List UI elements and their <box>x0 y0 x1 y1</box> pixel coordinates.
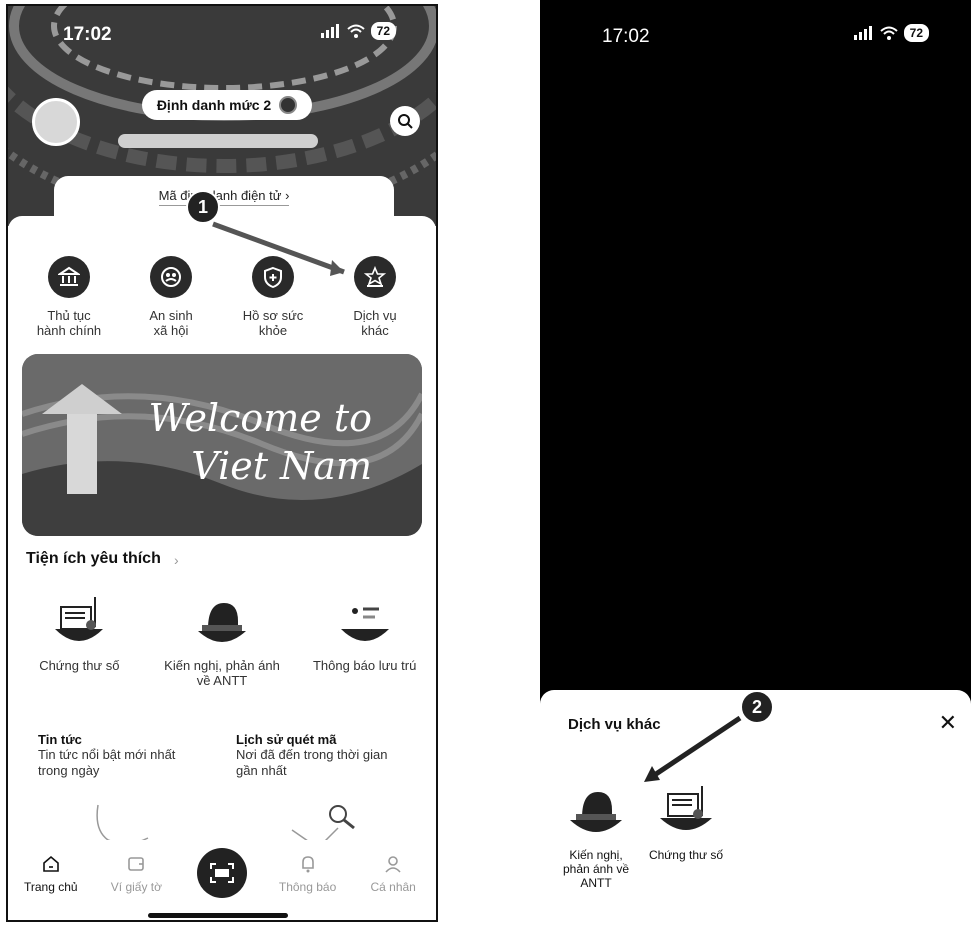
tab-label: Thông báo <box>278 880 337 894</box>
id-level-badge[interactable]: Định danh mức 2 <box>142 90 312 120</box>
tab-scan[interactable] <box>186 848 258 898</box>
welcome-banner[interactable]: Welcome to Viet Nam <box>22 354 422 536</box>
news-section: Tin tức Tin tức nổi bật mới nhất trong n… <box>38 732 406 779</box>
battery-indicator: 72 <box>903 24 929 42</box>
tab-label: Trang chủ <box>24 880 78 894</box>
news-card-desc: Tin tức nổi bật mới nhất trong ngày <box>38 747 176 778</box>
status-time: 17:02 <box>63 24 112 45</box>
favorite-residence-notice[interactable]: Thông báo lưu trú <box>300 594 430 688</box>
status-time: 17:02 <box>602 26 650 47</box>
tab-wallet[interactable]: Ví giấy tờ <box>100 854 172 894</box>
user-name-masked <box>118 134 318 148</box>
favorite-label: Thông báo lưu trú <box>312 658 417 673</box>
favorite-label: Kiến nghị, phản ánh về ANTT <box>164 658 280 688</box>
news-card-desc: Nơi đã đến trong thời gian gần nhất <box>236 747 388 778</box>
news-card-title: Lịch sử quét mã <box>236 732 337 747</box>
left-phone-screen: 17:02 72 Định danh mức 2 Mã định danh đi… <box>6 4 438 922</box>
favorites-title[interactable]: Tiện ích yêu thích <box>26 550 161 568</box>
shield-badge-icon <box>279 96 298 114</box>
news-card[interactable]: Tin tức Tin tức nổi bật mới nhất trong n… <box>38 732 208 779</box>
tab-profile[interactable]: Cá nhân <box>357 854 429 894</box>
status-indicators: 72 <box>320 22 396 40</box>
certificate-icon <box>50 594 108 650</box>
favorite-certificate[interactable]: Chứng thư số <box>14 594 144 688</box>
search-icon <box>398 114 413 129</box>
avatar[interactable] <box>32 98 80 146</box>
news-card-title: Tin tức <box>38 732 82 747</box>
signal-icon <box>853 26 872 40</box>
home-icon <box>42 855 59 872</box>
status-bar: 17:02 72 <box>8 20 436 50</box>
tab-notifications[interactable]: Thông báo <box>272 854 344 894</box>
tab-label: Ví giấy tờ <box>110 880 162 894</box>
bottom-tab-bar: Trang chủ Ví giấy tờ Thông báo Cá nhân <box>8 840 436 920</box>
right-phone-screen: 17:02 72 Dịch vụ khác ✕ Kiến nghị, phản … <box>540 0 971 926</box>
search-button[interactable] <box>390 106 420 136</box>
residence-icon <box>336 594 394 650</box>
scan-button[interactable] <box>196 848 247 898</box>
police-icon <box>193 594 251 650</box>
banner-caption: Welcome to Viet Nam <box>148 396 372 488</box>
favorites-list: Chứng thư số Kiến nghị, phản ánh về ANTT… <box>8 594 436 688</box>
home-indicator <box>148 913 288 918</box>
favorite-label: Chứng thư số <box>39 658 120 673</box>
favorite-security-feedback[interactable]: Kiến nghị, phản ánh về ANTT <box>157 594 287 688</box>
qr-scan-icon <box>209 863 234 883</box>
wallet-icon <box>128 857 145 871</box>
electronic-id-label: Mã định danh điện tử <box>158 188 282 203</box>
bell-icon <box>301 856 314 873</box>
sheet-item-label: Kiến nghị, phản ánh về ANTT <box>562 848 630 890</box>
wifi-icon <box>879 26 898 40</box>
chevron-right-icon[interactable]: › <box>174 552 179 568</box>
signal-icon <box>320 24 339 38</box>
sheet-item-certificate[interactable]: Chứng thư số <box>646 786 726 890</box>
person-icon <box>385 856 401 873</box>
id-level-label: Định danh mức 2 <box>156 97 272 113</box>
sheet-item-security-feedback[interactable]: Kiến nghị, phản ánh về ANTT <box>556 786 636 890</box>
scan-history-card[interactable]: Lịch sử quét mã Nơi đã đến trong thời gi… <box>236 732 406 779</box>
main-content: Thủ tục hành chính An sinh xã hội Hồ sơ … <box>8 190 436 920</box>
other-services-sheet: Dịch vụ khác ✕ Kiến nghị, phản ánh về AN… <box>540 690 971 926</box>
tab-home[interactable]: Trang chủ <box>15 854 87 894</box>
status-indicators: 72 <box>853 24 929 42</box>
sheet-item-list: Kiến nghị, phản ánh về ANTT Chứng thư số <box>556 786 726 890</box>
battery-indicator: 72 <box>370 22 396 40</box>
annotation-arrow-icon <box>212 221 345 276</box>
tab-label: Cá nhân <box>370 880 416 894</box>
sheet-item-label: Chứng thư số <box>648 848 724 862</box>
electronic-id-link[interactable]: Mã định danh điện tử › <box>158 188 290 206</box>
annotation-arrow-icon <box>644 715 742 782</box>
status-bar: 17:02 72 <box>540 22 971 52</box>
wifi-icon <box>346 24 365 38</box>
